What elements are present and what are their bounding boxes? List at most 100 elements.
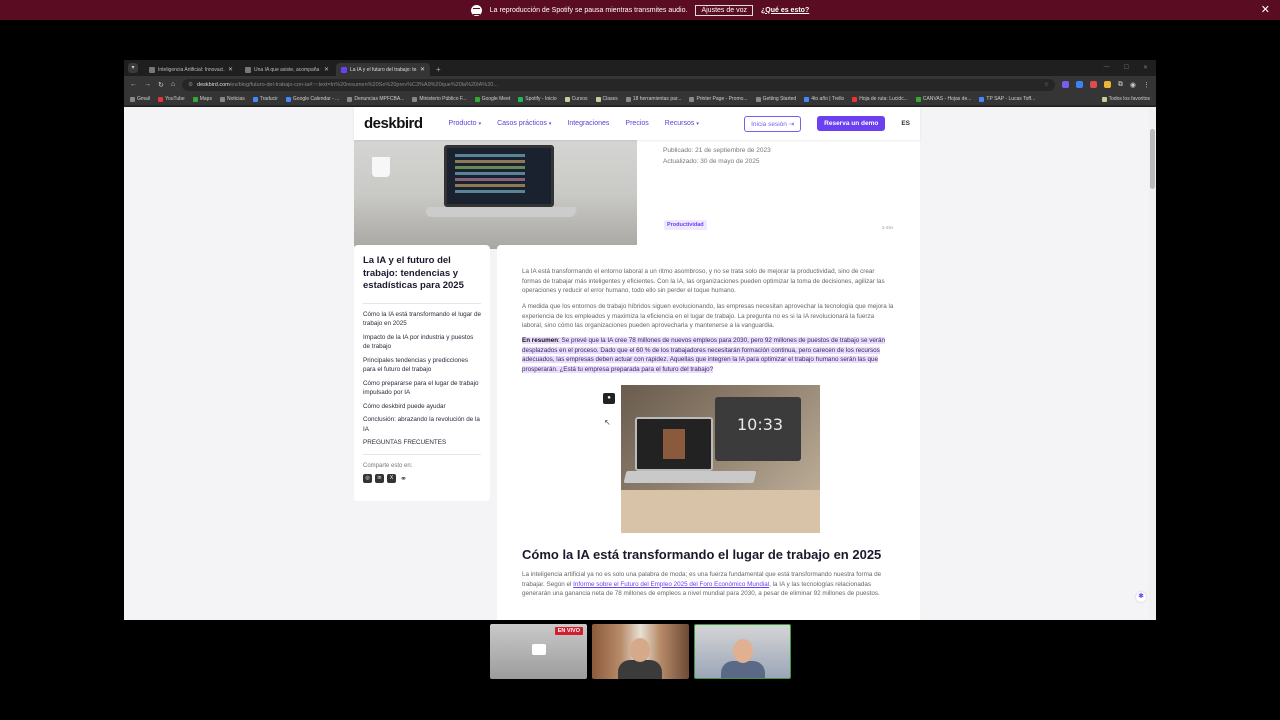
bookmark-item[interactable]: Gmail <box>130 96 150 102</box>
extensions-puzzle-icon[interactable]: ⧉ <box>1118 81 1123 89</box>
bookmark-item[interactable]: TP SAP - Lucas Toff... <box>979 96 1035 102</box>
bookmark-item[interactable]: Google Calendar - ... <box>285 96 339 102</box>
bookmark-item[interactable]: 4to año | Trello <box>804 96 844 102</box>
whatsapp-icon[interactable]: ◎ <box>363 473 372 483</box>
nav-casos-practicos[interactable]: Casos prácticos ▾ <box>497 120 551 127</box>
screen-share-tile[interactable]: EN VIVO <box>490 624 587 679</box>
login-arrow-icon: ⇥ <box>788 120 795 128</box>
category-tag[interactable]: Productividad <box>664 220 707 230</box>
spotify-icon <box>470 4 482 16</box>
bookmark-star-icon[interactable]: ☆ <box>1044 82 1049 88</box>
tab-search-icon[interactable]: ▾ <box>128 63 138 73</box>
site-header: deskbird Producto ▾ Casos prácticos ▾ Inte… <box>354 107 920 140</box>
forward-icon[interactable]: → <box>144 81 151 88</box>
bookmark-item[interactable]: Traducir <box>252 96 278 102</box>
participant-body <box>721 661 765 678</box>
toc-item[interactable]: Cómo deskbird puede ayudar <box>363 402 481 412</box>
browser-window: ▾ Inteligencia Artificial: Innovaci... ✕… <box>124 60 1156 620</box>
favicon-icon <box>149 66 155 73</box>
call-participant-strip: EN VIVO <box>490 624 791 679</box>
wef-report-link[interactable]: Informe sobre el Futuro del Empleo 2025 … <box>573 581 769 588</box>
all-bookmarks-folder[interactable]: Todos los favoritos <box>1101 96 1150 102</box>
bookmark-item[interactable]: YouTube <box>158 96 185 102</box>
spotify-notification-bar: La reproducción de Spotify se pausa mien… <box>0 0 1280 20</box>
minimize-icon[interactable]: — <box>1104 64 1110 71</box>
toc-item[interactable]: Cómo prepararse para el lugar de trabajo… <box>363 379 481 398</box>
toc-item[interactable]: Principales tendencias y predicciones pa… <box>363 356 481 375</box>
bookmark-item[interactable]: Ministerio Público F... <box>412 96 467 102</box>
bookmark-item[interactable]: Hoja de ruta: Lucidc... <box>852 96 908 102</box>
chat-widget-icon[interactable]: ✱ <box>1136 592 1146 602</box>
bookmark-folder[interactable]: Clases <box>595 96 618 102</box>
tab-close-icon[interactable]: ✕ <box>420 66 425 73</box>
section-heading: Cómo la IA está transformando el lugar d… <box>522 547 882 562</box>
bookmark-item[interactable]: Denuncias MPFCBA... <box>347 96 404 102</box>
page-scrollbar[interactable] <box>1149 107 1156 620</box>
language-selector[interactable]: ES <box>901 120 910 127</box>
toc-item[interactable]: Impacto de la IA por industria y puestos… <box>363 333 481 352</box>
bookmark-folder[interactable]: Cursos <box>564 96 588 102</box>
tab-label: Una IA que asiste, acompaña y... <box>254 66 321 73</box>
record-icon[interactable]: ● <box>603 393 615 404</box>
extension-icon[interactable] <box>1075 81 1083 88</box>
back-icon[interactable]: ← <box>130 81 137 88</box>
menu-kebab-icon[interactable]: ⋮ <box>1143 81 1150 89</box>
browser-toolbar: ← → ↻ ⌂ ⚙ deskbird.com/es/blog/futuro-de… <box>124 76 1156 93</box>
laptop-screen-shape <box>444 145 554 207</box>
share-icons: ◎ in X ⚭ <box>363 473 481 483</box>
x-twitter-icon[interactable]: X <box>387 473 396 483</box>
bookmark-item[interactable]: Google Meet <box>474 96 510 102</box>
window-controls: — ☐ ✕ <box>1104 64 1148 71</box>
login-button[interactable]: Inicia sesión ⇥ <box>744 115 802 132</box>
reload-icon[interactable]: ↻ <box>158 81 164 89</box>
close-icon[interactable]: ✕ <box>1261 3 1270 16</box>
profile-icon[interactable]: ◉ <box>1130 81 1136 89</box>
linkedin-icon[interactable]: in <box>375 473 384 483</box>
what-is-this-link[interactable]: ¿Qué es esto? <box>761 7 809 14</box>
mouse-cursor-icon: ↖ <box>604 418 611 427</box>
bookmark-item[interactable]: CANVAS - Hojas de... <box>915 96 971 102</box>
new-tab-button[interactable]: + <box>436 65 441 74</box>
voice-settings-button[interactable]: Ajustes de voz <box>695 4 753 16</box>
tab-1[interactable]: Inteligencia Artificial: Innovaci... ✕ <box>144 63 238 76</box>
tab-3-active[interactable]: La IA y el futuro del trabajo: te... ✕ <box>336 63 430 76</box>
maximize-icon[interactable]: ☐ <box>1124 64 1129 71</box>
bookmark-item[interactable]: Maps <box>192 96 212 102</box>
extension-icon[interactable] <box>1061 81 1069 88</box>
extension-icon[interactable] <box>1089 81 1097 88</box>
tab-close-icon[interactable]: ✕ <box>324 66 329 73</box>
bookmark-item[interactable]: 18 herramientas par... <box>625 96 681 102</box>
deskbird-logo[interactable]: deskbird <box>364 115 423 132</box>
chevron-down-icon: ▾ <box>696 121 699 127</box>
participant-tile-self[interactable] <box>694 624 791 679</box>
toc-item[interactable]: Conclusión: abrazando la revolución de l… <box>363 415 481 434</box>
favicon-icon <box>341 66 347 73</box>
address-bar[interactable]: ⚙ deskbird.com/es/blog/futuro-del-trabaj… <box>182 78 1055 91</box>
live-badge: EN VIVO <box>554 627 583 635</box>
toc-item[interactable]: Cómo la IA está transformando el lugar d… <box>363 310 481 329</box>
bookmark-item[interactable]: Noticias <box>219 96 245 102</box>
book-demo-button[interactable]: Reserva un demo <box>817 116 886 131</box>
bookmark-item[interactable]: Getting Started <box>755 96 796 102</box>
table-of-contents: La IA y el futuro del trabajo: tendencia… <box>354 245 490 501</box>
bookmark-item[interactable]: Spotify - Inicio <box>518 96 557 102</box>
home-icon[interactable]: ⌂ <box>171 81 175 88</box>
window-close-icon[interactable]: ✕ <box>1143 64 1148 71</box>
nav-precios[interactable]: Precios <box>625 120 648 127</box>
site-info-icon[interactable]: ⚙ <box>188 82 193 88</box>
participant-body <box>618 660 662 679</box>
nav-recursos[interactable]: Recursos ▾ <box>665 120 699 127</box>
nav-producto[interactable]: Producto ▾ <box>449 120 482 127</box>
tab-label: La IA y el futuro del trabajo: te... <box>350 66 417 73</box>
toc-title: La IA y el futuro del trabajo: tendencia… <box>363 255 464 291</box>
toc-item[interactable]: PREGUNTAS FRECUENTES <box>363 438 481 448</box>
extension-icon[interactable] <box>1103 81 1111 88</box>
scrollbar-thumb[interactable] <box>1150 129 1155 189</box>
tab-2[interactable]: Una IA que asiste, acompaña y... ✕ <box>240 63 334 76</box>
nav-integraciones[interactable]: Integraciones <box>567 120 609 127</box>
paragraph: La inteligencia artificial ya no es solo… <box>522 571 882 597</box>
copy-link-icon[interactable]: ⚭ <box>399 474 408 483</box>
bookmark-item[interactable]: Printer Page - Promo... <box>689 96 748 102</box>
participant-tile[interactable] <box>592 624 689 679</box>
tab-close-icon[interactable]: ✕ <box>228 66 233 73</box>
